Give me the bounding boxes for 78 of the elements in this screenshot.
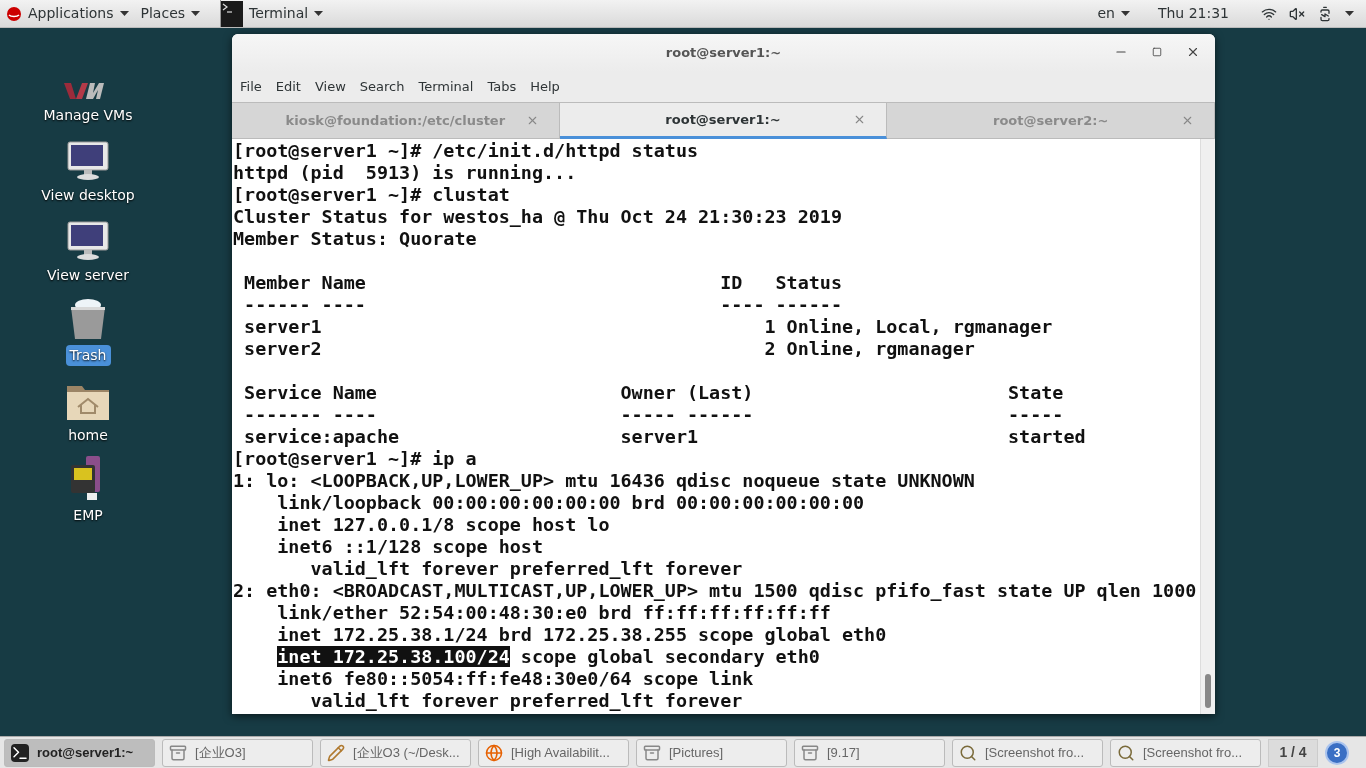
window-title: root@server1:~ [665, 44, 782, 63]
terminal-line: link/ether 52:54:00:48:30:e0 brd ff:ff:ff:ff:ff:ff [276, 602, 831, 623]
desktop-icon-label[interactable]: View server [43, 265, 133, 286]
menu-item[interactable]: Terminal [411, 77, 481, 97]
pencil-icon [327, 743, 345, 762]
monitor-icon [67, 221, 109, 261]
terminal-line: [root@server1 ~]# clustat [233, 184, 510, 205]
top-menu[interactable]: Terminal [220, 0, 336, 27]
clock[interactable]: Thu 21:31 [1157, 3, 1229, 24]
top-menu[interactable]: Applications [0, 0, 135, 27]
terminal-line: Service Name Owner (Last) State [243, 382, 1064, 403]
hat-logo-icon [6, 6, 22, 21]
close-tab-icon[interactable] [1181, 114, 1194, 127]
volume-muted-icon[interactable] [1289, 5, 1305, 22]
terminal-text: scope global secondary eth0 [519, 646, 820, 667]
terminal-line: inet6 ::1/128 scope host [276, 536, 544, 557]
terminal-line: [root@server1 ~]# /etc/init.d/httpd status [233, 140, 699, 161]
terminal-line: Cluster Status for westos_ha @ Thu Oct 24 21:30:23 2019 [233, 206, 842, 227]
selected-text: inet 172.25.38.100/24 [277, 646, 510, 667]
desktop-icon-label[interactable]: EMP [69, 505, 107, 526]
battery-icon[interactable] [1317, 5, 1333, 22]
menu-item[interactable]: Edit [268, 77, 308, 97]
terminal-line: inet 127.0.0.1/8 scope host lo [276, 514, 610, 535]
terminal-line: inet6 fe80::5054:ff:fe48:30e0/64 scope link [276, 668, 754, 689]
menu-item[interactable]: Search [352, 77, 412, 97]
terminal-line: server2 2 Online, rgmanager [243, 338, 975, 359]
caret-icon [119, 11, 129, 16]
taskbar-item[interactable]: [Screenshot fro... [952, 738, 1103, 767]
terminal-icon [11, 743, 29, 762]
home-folder-icon [66, 383, 110, 421]
terminal-line: ------ ---- ---- ------ [243, 294, 842, 315]
cabinet-icon [643, 743, 661, 762]
language-menu[interactable]: en [1097, 3, 1130, 24]
scrollbar[interactable] [1200, 139, 1215, 714]
taskbar-item[interactable]: [企业O3 (~/Desk... [320, 738, 471, 767]
workspace-switcher[interactable]: 1 / 4 [1268, 738, 1318, 767]
caret-icon [191, 11, 201, 16]
terminal-line: valid_lft forever preferred_lft forever [309, 690, 743, 711]
terminal-line: link/loopback 00:00:00:00:00:00 brd 00:00:00:00:00:00 [276, 492, 865, 513]
trash-icon [68, 297, 108, 341]
terminal-line: 2: eth0: <BROADCAST,MULTICAST,UP,LOWER_UP> mtu 1500 qdisc pfifo_fast state UP qlen 1000 [233, 580, 1197, 601]
terminal-line: Member Name ID Status [243, 272, 842, 293]
terminal-icon [221, 0, 244, 27]
magnifier-icon [959, 743, 977, 762]
top-menu[interactable]: Places [134, 0, 207, 27]
taskbar-item[interactable]: [High Availabilit... [478, 738, 629, 767]
menu-item[interactable]: Help [523, 77, 567, 97]
menu-item[interactable]: View [307, 77, 353, 97]
desktop-icon-label[interactable]: View desktop [37, 185, 139, 206]
terminal-line: Member Status: Quorate [233, 228, 477, 249]
taskbar-item[interactable]: [企业O3] [162, 738, 313, 767]
notification-badge[interactable]: 3 [1325, 740, 1349, 765]
cabinet-icon [801, 743, 819, 762]
caret-icon [1120, 11, 1130, 16]
caret-icon [314, 11, 324, 16]
terminal-line: service:apache server1 started [243, 426, 1086, 447]
terminal-line: valid_lft forever preferred_lft forever [309, 558, 743, 579]
desktop-icon-label[interactable]: home [64, 425, 112, 446]
cabinet-icon [169, 743, 187, 762]
monitor-icon [67, 141, 109, 181]
taskbar-item[interactable]: root@server1:~ [4, 738, 155, 767]
menu-item[interactable]: File [233, 77, 269, 97]
caret-icon [1345, 11, 1354, 16]
tab[interactable]: root@server1:~ [559, 103, 888, 139]
taskbar-item[interactable]: [Pictures] [636, 738, 787, 767]
magnifier-icon [1117, 743, 1135, 762]
taskbar-item[interactable]: [Screenshot fro... [1110, 738, 1261, 767]
menu-item[interactable]: Tabs [480, 77, 524, 97]
terminal-line: httpd (pid 5913) is running... [233, 162, 577, 183]
terminal-line: ------- ---- ----- ------ ----- [243, 404, 1064, 425]
terminal-line: server1 1 Online, Local, rgmanager [243, 316, 1053, 337]
globe-icon [485, 743, 503, 762]
terminal-line: [root@server1 ~]# ip a [233, 448, 477, 469]
terminal-line: 1: lo: <LOOPBACK,UP,LOWER_UP> mtu 16436 qdisc noqueue state UNKNOWN [233, 470, 975, 491]
scrollbar-thumb[interactable] [1205, 674, 1211, 708]
terminal-line: inet 172.25.38.1/24 brd 172.25.38.255 scope global eth0 [276, 624, 887, 645]
desktop-icon-label[interactable]: Manage VMs [39, 105, 137, 126]
taskbar-item[interactable]: [9.17] [794, 738, 945, 767]
